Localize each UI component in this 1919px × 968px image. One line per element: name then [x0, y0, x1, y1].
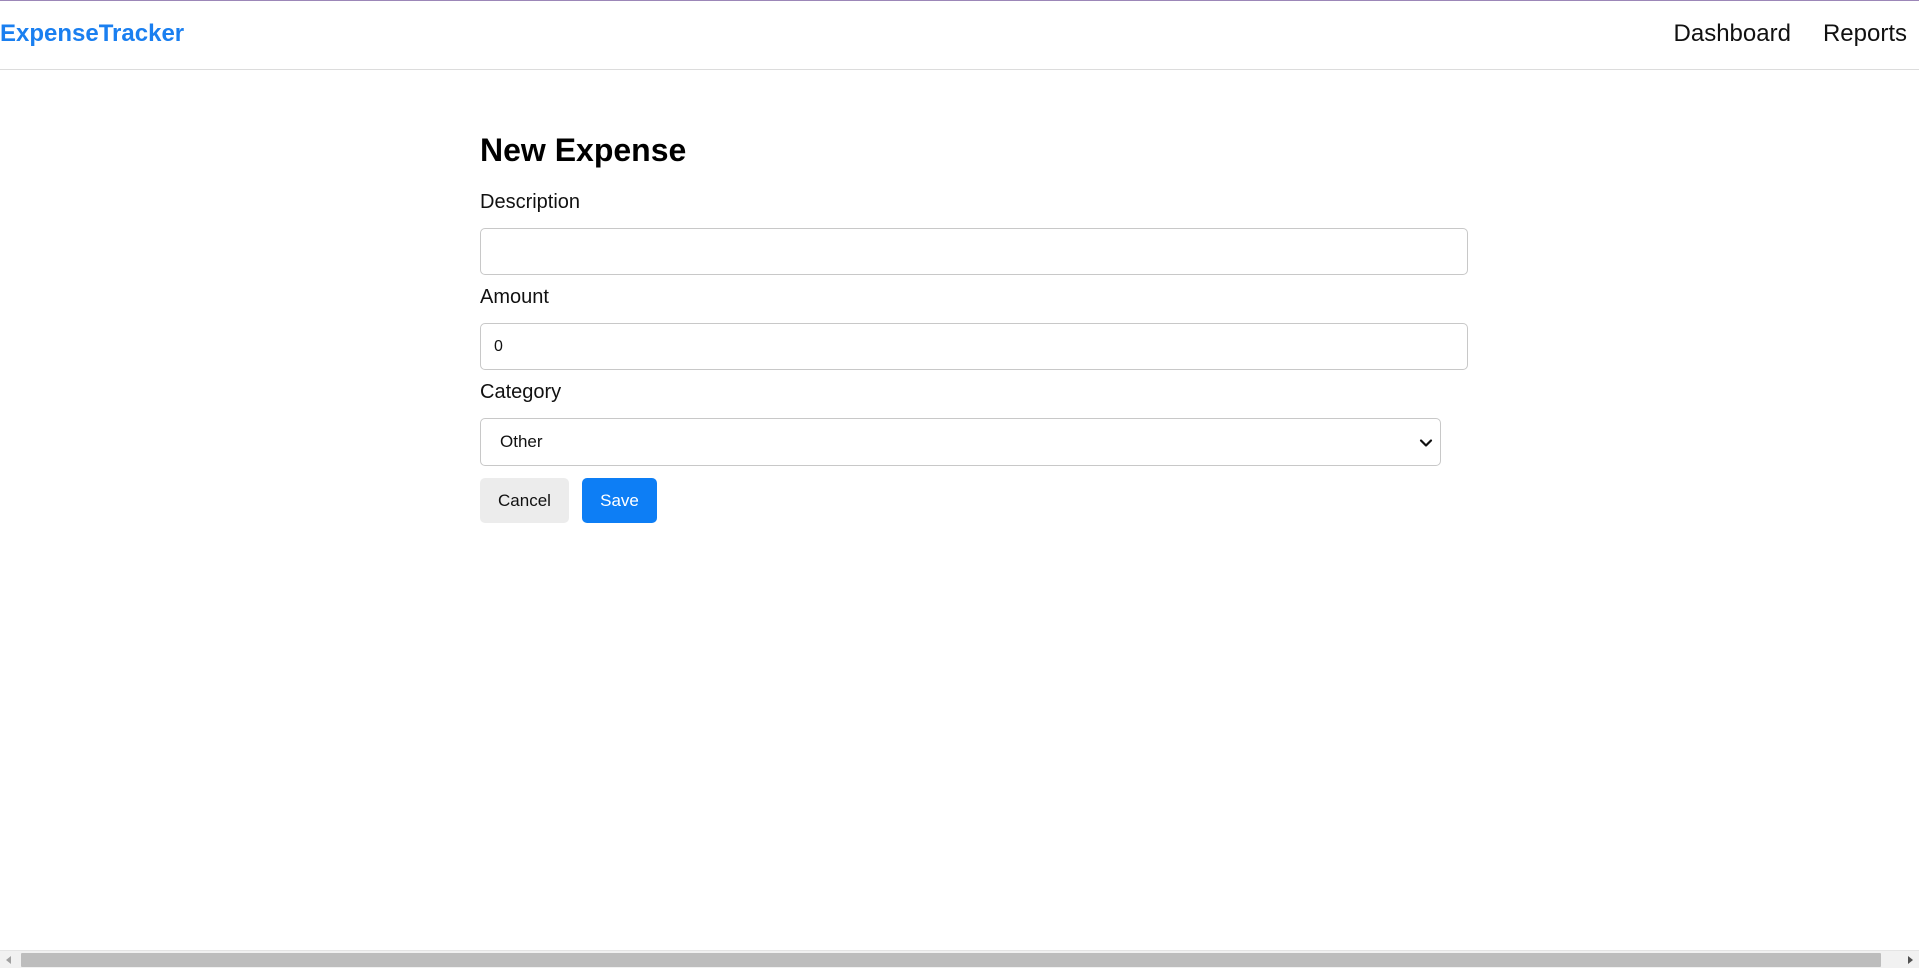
horizontal-scrollbar[interactable]: [0, 950, 1919, 968]
page-title: New Expense: [480, 132, 687, 168]
nav-link-reports[interactable]: Reports: [1823, 20, 1907, 48]
nav-link-dashboard[interactable]: Dashboard: [1674, 20, 1791, 48]
scroll-left-arrow-icon[interactable]: [4, 955, 14, 965]
save-button[interactable]: Save: [582, 478, 657, 523]
scrollbar-thumb[interactable]: [21, 953, 1881, 967]
new-expense-form: New Expense Description Amount Category …: [480, 130, 1468, 523]
description-input[interactable]: [480, 228, 1468, 275]
amount-input[interactable]: [480, 323, 1468, 370]
form-actions: Cancel Save: [480, 478, 1468, 523]
description-label: Description: [480, 191, 581, 213]
chevron-down-icon: [1419, 439, 1433, 447]
amount-label: Amount: [480, 286, 549, 308]
category-select[interactable]: Other: [480, 418, 1441, 466]
category-label: Category: [480, 381, 562, 403]
cancel-button[interactable]: Cancel: [480, 478, 569, 523]
brand-logo-link[interactable]: ExpenseTracker: [0, 20, 184, 48]
scroll-right-arrow-icon[interactable]: [1905, 955, 1915, 965]
category-selected-value: Other: [500, 432, 543, 451]
nav-links: Dashboard Reports: [1674, 20, 1907, 48]
navbar: ExpenseTracker Dashboard Reports: [0, 1, 1919, 70]
